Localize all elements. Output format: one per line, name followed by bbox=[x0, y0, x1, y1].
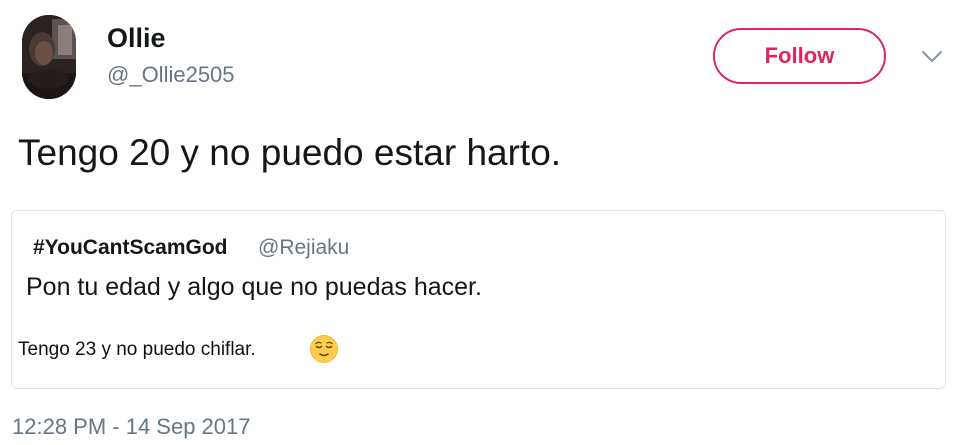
follow-button[interactable]: Follow bbox=[713, 28, 886, 84]
author-display-name[interactable]: Ollie bbox=[107, 22, 166, 54]
avatar-photo bbox=[22, 15, 76, 99]
chevron-down-icon[interactable] bbox=[919, 48, 945, 66]
quoted-tweet-author: #YouCantScamGod bbox=[33, 236, 228, 259]
avatar[interactable] bbox=[22, 15, 76, 99]
author-handle[interactable]: @_Ollie2505 bbox=[107, 61, 235, 89]
quoted-tweet-card[interactable]: #YouCantScamGod @Rejiaku Pon tu edad y a… bbox=[11, 210, 946, 389]
quoted-tweet-handle: @Rejiaku bbox=[258, 236, 350, 259]
tweet-text: Tengo 20 y no puedo estar harto. bbox=[18, 132, 562, 173]
tweet-timestamp[interactable]: 12:28 PM - 14 Sep 2017 bbox=[12, 413, 251, 441]
quoted-tweet-image-text: Tengo 23 y no puedo chiflar. bbox=[18, 339, 256, 360]
relieved-face-emoji-icon bbox=[309, 334, 339, 364]
quoted-tweet-text: Pon tu edad y algo que no puedas hacer. bbox=[26, 273, 482, 301]
